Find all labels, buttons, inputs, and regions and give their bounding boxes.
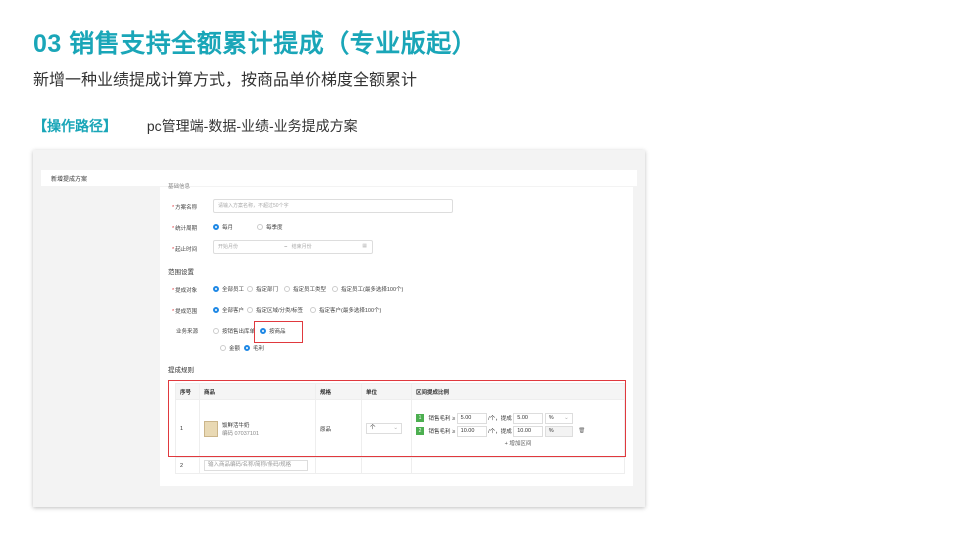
- calc-profit-radio[interactable]: 毛利: [244, 344, 264, 352]
- period-monthly-radio[interactable]: 每月: [213, 223, 233, 231]
- target-staff-radio[interactable]: 指定员工(最多选择100个): [332, 285, 403, 293]
- source-outbound-radio[interactable]: 按销售出库单: [213, 327, 255, 335]
- app-screenshot: 新增提成方案 基础信息 *方案名称 请输入方案名称，不超过50个字 *统计周期 …: [33, 150, 645, 507]
- plan-name-input[interactable]: 请输入方案名称，不超过50个字: [213, 199, 453, 213]
- radio-dot: [284, 286, 290, 292]
- highlight-source-box: [254, 321, 303, 343]
- time-label: *起止时间: [172, 247, 198, 253]
- target-all-radio[interactable]: 全部员工: [213, 285, 244, 293]
- range-customer-radio[interactable]: 指定客户(最多选择100个): [310, 306, 381, 314]
- range-area-radio[interactable]: 指定区域/分类/标签: [247, 306, 303, 314]
- range-label: *提成范围: [172, 309, 198, 315]
- product-search-input[interactable]: 输入商品编码/名称/简称/条码/规格: [204, 460, 308, 471]
- slide-title: 03 销售支持全额累计提成（专业版起）: [33, 30, 478, 58]
- radio-dot: [257, 224, 263, 230]
- period-label: *统计周期: [172, 226, 198, 232]
- path-text: pc管理端-数据-业绩-业务提成方案: [146, 118, 358, 134]
- period-quarterly-radio[interactable]: 每季度: [257, 223, 283, 231]
- radio-dot: [213, 328, 219, 334]
- plan-name-label: *方案名称: [172, 205, 198, 211]
- window-title: 新增提成方案: [41, 170, 637, 186]
- highlight-rules-box: [168, 380, 626, 457]
- radio-dot: [332, 286, 338, 292]
- section-scope: 范围设置: [168, 269, 194, 276]
- product-search-cell: 输入商品编码/名称/简称/条码/规格: [199, 457, 316, 474]
- calc-amount-radio[interactable]: 金额: [220, 344, 240, 352]
- radio-dot: [220, 345, 226, 351]
- target-type-radio[interactable]: 指定员工类型: [284, 285, 326, 293]
- radio-dot: [213, 286, 219, 292]
- radio-dot: [244, 345, 250, 351]
- path-tag: 【操作路径】: [33, 118, 117, 134]
- radio-dot: [247, 286, 253, 292]
- section-rules: 提成规则: [168, 367, 194, 374]
- radio-dot: [247, 307, 253, 313]
- range-all-radio[interactable]: 全部客户: [213, 306, 244, 314]
- radio-dot: [213, 224, 219, 230]
- target-dept-radio[interactable]: 指定部门: [247, 285, 278, 293]
- radio-dot: [310, 307, 316, 313]
- operation-path: 【操作路径】 pc管理端-数据-业绩-业务提成方案: [33, 116, 358, 136]
- calendar-icon: ▦: [362, 243, 367, 249]
- target-label: *提成对象: [172, 288, 198, 294]
- radio-dot: [213, 307, 219, 313]
- date-range-input[interactable]: 开始月份 – 结束月份 ▦: [213, 240, 373, 254]
- section-basic: 基础信息: [168, 184, 191, 190]
- table-row: 2 输入商品编码/名称/简称/条码/规格: [175, 457, 625, 474]
- row-index: 2: [175, 457, 200, 474]
- source-label: 业务来源: [176, 329, 199, 335]
- slide-subtitle: 新增一种业绩提成计算方式，按商品单价梯度全额累计: [33, 72, 418, 89]
- form-panel: 基础信息 *方案名称 请输入方案名称，不超过50个字 *统计周期 每月 每季度 …: [160, 184, 633, 486]
